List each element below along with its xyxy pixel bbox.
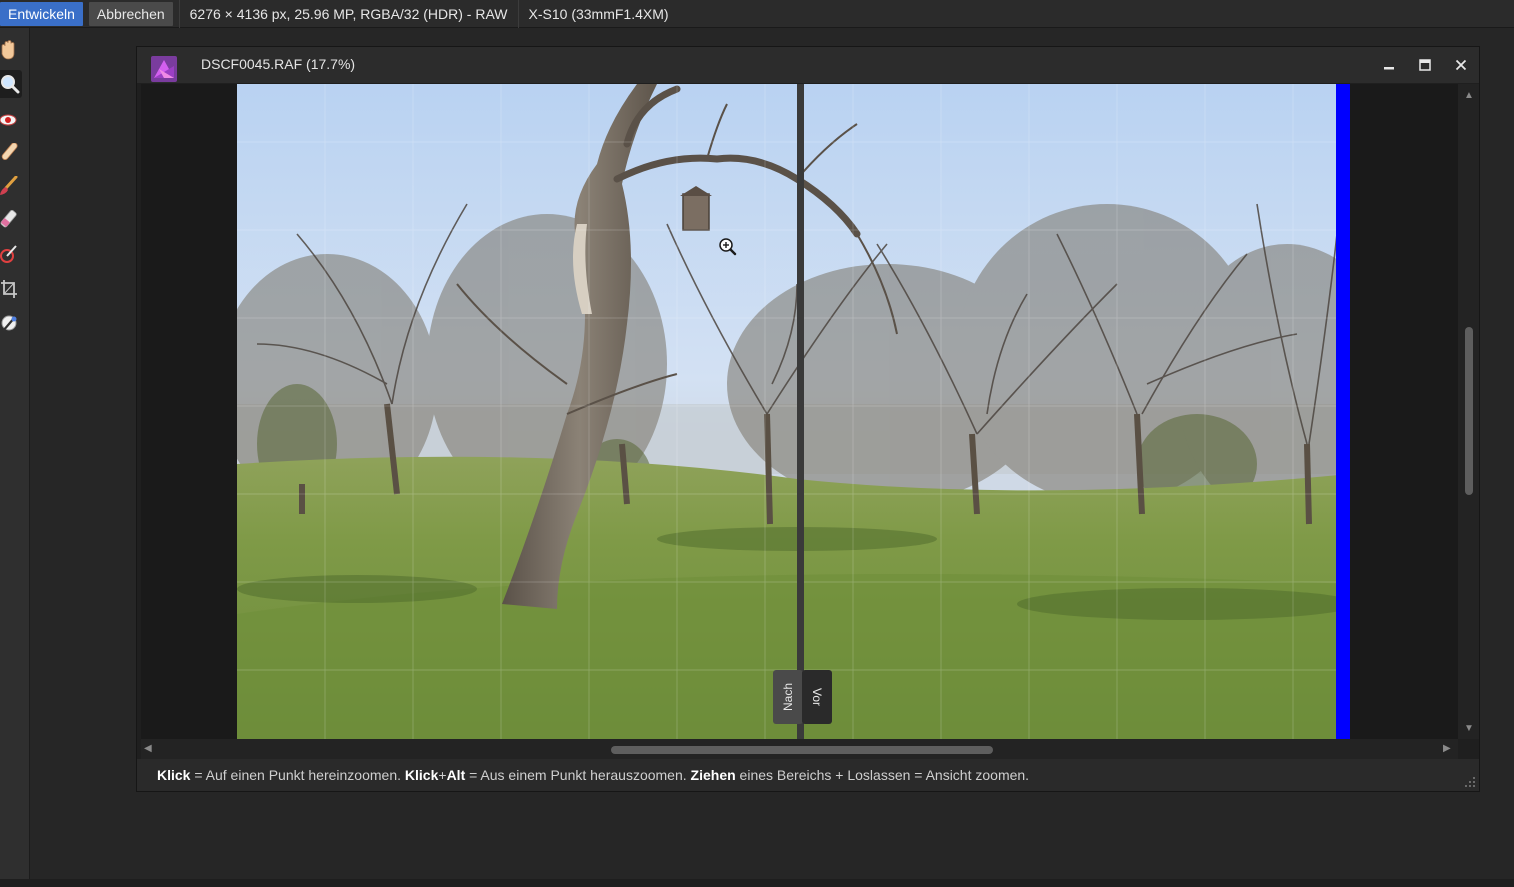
status-click-key: Klick [157, 767, 191, 783]
horizontal-scrollbar[interactable]: ◀ ▶ [141, 739, 1458, 759]
crop-tool-icon[interactable] [0, 275, 22, 303]
status-drag-text: eines Bereichs + Loslassen = Ansicht zoo… [735, 767, 1030, 783]
status-click-alt-text: = Aus einem Punkt herauszoomen. [465, 767, 691, 783]
zoom-cursor-icon [719, 238, 737, 256]
status-click-alt-key: Klick [404, 767, 439, 783]
bottom-edge [0, 879, 1514, 887]
after-label: Nach [780, 682, 795, 712]
develop-button[interactable]: Entwickeln [0, 1, 83, 26]
image-info-label: 6276 × 4136 px, 25.96 MP, RGBA/32 (HDR) … [178, 0, 518, 28]
tools-panel [0, 28, 30, 879]
close-button[interactable] [1449, 54, 1473, 76]
red-eye-tool-icon[interactable] [0, 106, 22, 134]
maximize-button[interactable] [1413, 54, 1437, 76]
minimize-button[interactable] [1377, 54, 1401, 76]
scroll-up-icon[interactable]: ▲ [1464, 91, 1474, 101]
white-balance-picker-icon[interactable] [0, 310, 22, 338]
status-bar: Klick = Auf einen Punkt hereinzoomen. Kl… [137, 759, 1479, 791]
document-titlebar[interactable]: DSCF0045.RAF (17.7%) [137, 47, 1479, 83]
camera-info-label: X-S10 (33mmF1.4XM) [517, 0, 679, 28]
maximize-icon [1419, 59, 1431, 71]
document-window: DSCF0045.RAF (17.7%) Nach Vor ▲ ▼ ◀ ▶ Kl… [136, 46, 1480, 792]
vertical-scrollbar[interactable]: ▲ ▼ [1458, 84, 1479, 739]
affinity-photo-logo-icon [151, 56, 177, 82]
status-plus: + [438, 767, 447, 783]
paint-brush-tool-icon[interactable] [0, 172, 22, 200]
photo-preview[interactable] [237, 84, 1350, 739]
minimize-icon [1384, 67, 1394, 70]
image-canvas[interactable]: Nach Vor [141, 84, 1458, 739]
scroll-left-icon[interactable]: ◀ [144, 744, 152, 754]
scroll-right-icon[interactable]: ▶ [1443, 744, 1451, 754]
before-split-tab[interactable]: Vor [802, 670, 832, 724]
gradient-overlay-tool-icon[interactable] [0, 240, 22, 268]
hand-tool-icon[interactable] [0, 36, 22, 64]
status-alt-key: Alt [446, 767, 466, 783]
after-split-tab[interactable]: Nach [773, 670, 803, 724]
vertical-scroll-thumb[interactable] [1465, 327, 1473, 495]
document-title: DSCF0045.RAF (17.7%) [201, 56, 356, 72]
erase-brush-tool-icon[interactable] [0, 206, 22, 234]
horizontal-scroll-thumb[interactable] [611, 746, 993, 754]
context-toolbar: Entwickeln Abbrechen 6276 × 4136 px, 25.… [0, 0, 1514, 28]
before-label: Vor [809, 687, 824, 707]
scroll-down-icon[interactable]: ▼ [1464, 724, 1474, 734]
spot-repair-tool-icon[interactable] [0, 139, 22, 167]
status-click-text: = Auf einen Punkt hereinzoomen. [190, 767, 405, 783]
zoom-tool-icon[interactable] [0, 70, 22, 98]
resize-grip-icon[interactable] [1465, 777, 1475, 787]
close-icon [1455, 59, 1467, 71]
cancel-button[interactable]: Abbrechen [88, 1, 173, 26]
status-drag-key: Ziehen [690, 767, 736, 783]
